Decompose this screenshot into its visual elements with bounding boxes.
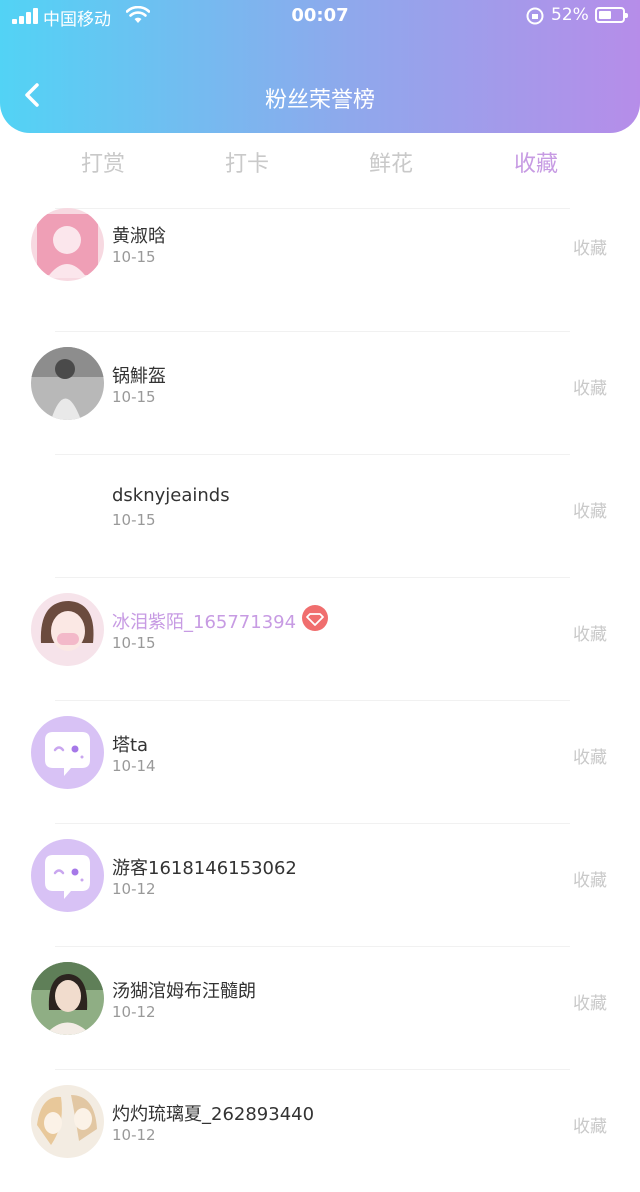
tab-favorites[interactable]: 收藏 <box>486 146 586 178</box>
fan-name: 塔ta <box>112 735 149 756</box>
favorite-action[interactable]: 收藏 <box>573 234 607 259</box>
status-bar: 中国移动 00:07 52% <box>0 0 640 34</box>
fan-name: 灼灼琉璃夏_262893440 <box>112 1104 315 1125</box>
battery-percent: 52% <box>551 5 589 25</box>
fan-date: 10-15 <box>112 388 156 406</box>
list-item[interactable]: 游客1618146153062 10-12 收藏 <box>0 823 640 946</box>
favorite-action[interactable]: 收藏 <box>573 1112 607 1137</box>
list-item[interactable]: dsknyjeainds 10-15 收藏 <box>0 454 640 577</box>
page-title: 粉丝荣誉榜 <box>264 88 375 113</box>
tab-checkin[interactable]: 打卡 <box>197 146 297 178</box>
fan-name: dsknyjeainds <box>112 485 230 506</box>
diamond-badge-icon <box>302 605 328 631</box>
tab-tips[interactable]: 打赏 <box>53 146 153 178</box>
favorite-action[interactable]: 收藏 <box>573 989 607 1014</box>
fan-list: 黄淑晗 10-15 收藏 锅鯡盔 10-15 收藏 dsknyjeainds 1… <box>0 208 640 1192</box>
fan-name: 黄淑晗 <box>112 226 166 247</box>
avatar[interactable] <box>31 347 104 420</box>
favorite-action[interactable]: 收藏 <box>573 497 607 522</box>
tab-flowers[interactable]: 鲜花 <box>341 146 441 178</box>
avatar[interactable] <box>31 1085 104 1158</box>
rotation-lock-icon <box>526 7 544 25</box>
fan-name: 锅鯡盔 <box>112 366 166 387</box>
list-item[interactable]: 锅鯡盔 10-15 收藏 <box>0 331 640 454</box>
fan-date: 10-12 <box>112 1003 156 1021</box>
tab-bar: 打赏 打卡 鲜花 收藏 <box>0 138 640 184</box>
fan-date: 10-15 <box>112 248 156 266</box>
default-avatar-icon[interactable] <box>31 716 104 789</box>
fan-name: 游客1618146153062 <box>112 858 297 879</box>
favorite-action[interactable]: 收藏 <box>573 743 607 768</box>
list-item[interactable]: 汤猢涫姆布汪髓朗 10-12 收藏 <box>0 946 640 1069</box>
fan-date: 10-15 <box>112 634 156 652</box>
fan-name: 汤猢涫姆布汪髓朗 <box>112 981 256 1002</box>
list-item[interactable]: 冰泪紫陌_165771394 10-15 收藏 <box>0 577 640 700</box>
header: 中国移动 00:07 52% 粉丝荣誉榜 <box>0 0 640 133</box>
favorite-action[interactable]: 收藏 <box>573 374 607 399</box>
fan-date: 10-14 <box>112 757 156 775</box>
favorite-action[interactable]: 收藏 <box>573 620 607 645</box>
list-item[interactable]: 灼灼琉璃夏_262893440 10-12 收藏 <box>0 1069 640 1192</box>
avatar[interactable] <box>31 208 104 281</box>
fan-name: 冰泪紫陌_165771394 <box>112 612 297 633</box>
battery-icon <box>595 7 628 23</box>
default-avatar-icon[interactable] <box>31 839 104 912</box>
fan-date: 10-12 <box>112 1126 156 1144</box>
avatar[interactable] <box>31 962 104 1035</box>
avatar[interactable] <box>31 593 104 666</box>
list-item[interactable]: 黄淑晗 10-15 收藏 <box>0 208 640 331</box>
fan-date: 10-12 <box>112 880 156 898</box>
favorite-action[interactable]: 收藏 <box>573 866 607 891</box>
fan-date: 10-15 <box>112 511 156 529</box>
list-item[interactable]: 塔ta 10-14 收藏 <box>0 700 640 823</box>
